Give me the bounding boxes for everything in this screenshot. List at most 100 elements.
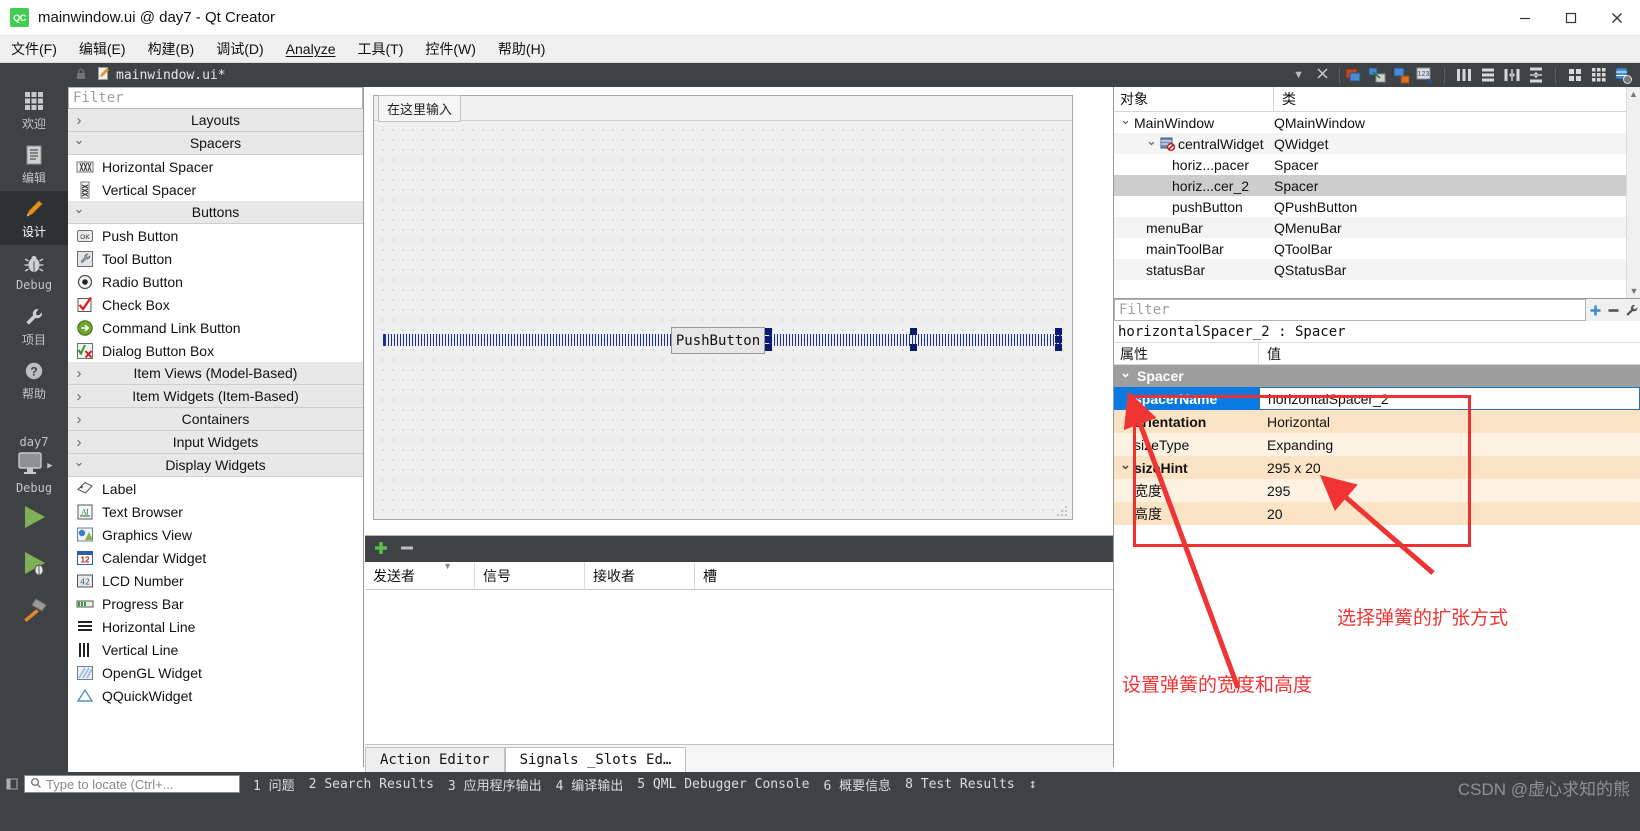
layout-horizontal-icon[interactable]: [1455, 66, 1473, 84]
widget-item-radio-button[interactable]: Radio Button: [68, 270, 363, 293]
output-5-qml-debugger-console[interactable]: 5 QML Debugger Console: [630, 777, 816, 792]
widget-category-buttons[interactable]: Buttons: [68, 201, 363, 224]
menu-edit[interactable]: 编辑(E): [68, 36, 137, 62]
widget-item-vertical-spacer[interactable]: Vertical Spacer: [68, 178, 363, 201]
mode-welcome[interactable]: 欢迎: [0, 83, 68, 137]
debug-run-button[interactable]: [0, 541, 68, 587]
col-receiver[interactable]: 接收者: [593, 566, 635, 586]
edit-signals-slots-icon[interactable]: [1368, 66, 1386, 84]
form-mainwindow-preview[interactable]: 在这里输入 PushButton: [373, 94, 1073, 520]
remove-connection-button[interactable]: [399, 540, 415, 559]
widget-category-item-widgets-item-based[interactable]: Item Widgets (Item-Based): [68, 385, 363, 408]
widget-item-check-box[interactable]: Check Box: [68, 293, 363, 316]
menu-file[interactable]: 文件(F): [0, 36, 68, 62]
object-tree-row[interactable]: centralWidget QWidget: [1114, 133, 1640, 154]
layout-splitter-v-icon[interactable]: [1527, 66, 1545, 84]
col-slot[interactable]: 槽: [703, 566, 717, 586]
edit-widgets-icon[interactable]: [1344, 66, 1362, 84]
object-tree-row[interactable]: horiz...pacer Spacer: [1114, 154, 1640, 175]
object-tree-row[interactable]: statusBar QStatusBar: [1114, 259, 1640, 280]
col-signal[interactable]: 信号: [483, 566, 511, 586]
output-pane-toggle-icon[interactable]: [0, 778, 24, 790]
objtree-col-class[interactable]: 类: [1282, 91, 1296, 107]
edit-tab-order-icon[interactable]: 123: [1416, 66, 1434, 84]
object-inspector-scrollbar[interactable]: ▲ ▼: [1626, 87, 1640, 298]
resize-handle-bm[interactable]: [910, 344, 917, 351]
property-row-spacerName[interactable]: spacerName horizontalSpacer_2: [1114, 387, 1640, 410]
close-icon[interactable]: [1310, 67, 1335, 83]
menu-help[interactable]: 帮助(H): [487, 36, 556, 62]
widget-category-containers[interactable]: Containers: [68, 408, 363, 431]
object-tree-row[interactable]: MainWindow QMainWindow: [1114, 112, 1640, 133]
edit-buddies-icon[interactable]: [1392, 66, 1410, 84]
property-value[interactable]: 295: [1259, 479, 1640, 502]
objtree-col-object[interactable]: 对象: [1120, 89, 1148, 109]
menu-widgets[interactable]: 控件(W): [414, 36, 487, 62]
chevron-down-icon[interactable]: [1120, 115, 1131, 131]
widget-category-layouts[interactable]: Layouts: [68, 109, 363, 132]
chevron-down-icon[interactable]: [1120, 368, 1131, 384]
widget-item-graphics-view[interactable]: Graphics View: [68, 523, 363, 546]
widget-item-vertical-line[interactable]: Vertical Line: [68, 638, 363, 661]
pe-col-property[interactable]: 属性: [1120, 344, 1148, 364]
menu-tools[interactable]: 工具(T): [346, 36, 414, 62]
col-sender[interactable]: 发送者: [373, 566, 415, 586]
locator-input[interactable]: Type to locate (Ctrl+...: [24, 775, 240, 793]
form-menu-placeholder[interactable]: 在这里输入: [378, 94, 462, 122]
resize-handle-br[interactable]: [1055, 344, 1062, 351]
property-value[interactable]: 295 x 20: [1259, 456, 1640, 479]
widget-item-lcd-number[interactable]: 42 LCD Number: [68, 569, 363, 592]
property-row-sizeType[interactable]: sizeType Expanding: [1114, 433, 1640, 456]
property-value[interactable]: horizontalSpacer_2: [1259, 387, 1640, 410]
layout-vertical-icon[interactable]: [1479, 66, 1497, 84]
menu-debug[interactable]: 调试(D): [205, 36, 274, 62]
widget-category-spacers[interactable]: Spacers: [68, 132, 363, 155]
property-value[interactable]: Horizontal: [1259, 410, 1640, 433]
mode-projects[interactable]: 项目: [0, 299, 68, 353]
widget-item-progress-bar[interactable]: Progress Bar: [68, 592, 363, 615]
widget-item-calendar-widget[interactable]: 12 Calendar Widget: [68, 546, 363, 569]
property-filter-input[interactable]: Filter: [1114, 299, 1586, 321]
pe-col-value[interactable]: 值: [1267, 346, 1281, 362]
output-6-general-messages[interactable]: 6 概要信息: [816, 775, 898, 794]
up-down-icon[interactable]: ↕: [1022, 777, 1044, 792]
widget-item-label[interactable]: Label: [68, 477, 363, 500]
widget-item-push-button[interactable]: OK Push Button: [68, 224, 363, 247]
property-value[interactable]: 20: [1259, 502, 1640, 525]
widget-category-display-widgets[interactable]: Display Widgets: [68, 454, 363, 477]
output-1-problems[interactable]: 1 问题: [246, 775, 302, 794]
tab-action-editor[interactable]: Action Editor: [365, 747, 505, 772]
horizontal-spacer-1[interactable]: [383, 334, 672, 346]
menu-build[interactable]: 构建(B): [137, 36, 206, 62]
property-group-spacer[interactable]: Spacer: [1114, 365, 1640, 387]
kit-selector[interactable]: day7 ▶ Debug: [0, 435, 68, 495]
widget-item-horizontal-spacer[interactable]: Horizontal Spacer: [68, 155, 363, 178]
add-property-button[interactable]: [1586, 299, 1604, 321]
object-tree-row[interactable]: horiz...cer_2 Spacer: [1114, 175, 1640, 196]
minimize-button[interactable]: [1502, 0, 1548, 36]
widget-item-opengl-widget[interactable]: OpenGL Widget: [68, 661, 363, 684]
signal-slot-rows[interactable]: [365, 590, 1113, 768]
run-button[interactable]: [0, 495, 68, 541]
chevron-down-icon[interactable]: [1146, 136, 1157, 152]
output-4-compile-output[interactable]: 4 编译输出: [549, 775, 631, 794]
tab-signals-slots-editor[interactable]: Signals _Slots Ed…: [504, 747, 687, 772]
form-editor-canvas[interactable]: 在这里输入 PushButton: [365, 87, 1113, 535]
chevron-down-icon[interactable]: ▼: [1287, 69, 1310, 81]
object-tree-row[interactable]: pushButton QPushButton: [1114, 196, 1640, 217]
resize-handle-tm[interactable]: [910, 328, 917, 335]
mode-debug[interactable]: Debug: [0, 245, 68, 299]
resize-handle-tl[interactable]: [765, 328, 772, 335]
widget-box-filter-input[interactable]: Filter: [68, 87, 363, 109]
widget-item-command-link-button[interactable]: Command Link Button: [68, 316, 363, 339]
mode-edit[interactable]: 编辑: [0, 137, 68, 191]
resize-handle-bl[interactable]: [765, 344, 772, 351]
widget-category-item-views-model-based[interactable]: Item Views (Model-Based): [68, 362, 363, 385]
chevron-down-icon[interactable]: [1120, 460, 1131, 476]
remove-property-button[interactable]: [1604, 299, 1622, 321]
form-push-button[interactable]: PushButton: [671, 327, 765, 354]
object-tree-row[interactable]: menuBar QMenuBar: [1114, 217, 1640, 238]
object-tree-row[interactable]: mainToolBar QToolBar: [1114, 238, 1640, 259]
property-row-orientation[interactable]: orientation Horizontal: [1114, 410, 1640, 433]
output-2-search-results[interactable]: 2 Search Results: [302, 777, 441, 792]
